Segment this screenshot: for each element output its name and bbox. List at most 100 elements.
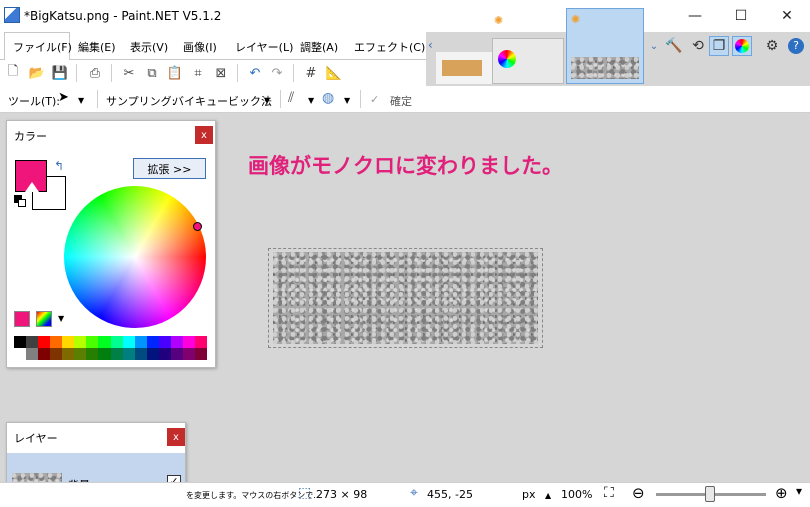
antialias-icon[interactable]: ⫽ xyxy=(288,90,294,106)
zoom-level[interactable]: 100% xyxy=(561,488,592,501)
rulers-icon[interactable]: 📐 xyxy=(325,64,343,82)
reset-colors-icon[interactable] xyxy=(14,195,26,207)
grid-icon[interactable]: # xyxy=(302,64,320,82)
color-wheel-handle[interactable] xyxy=(193,222,202,231)
history-icon[interactable]: ⟲ xyxy=(688,36,708,56)
palette-swatch[interactable] xyxy=(14,348,27,360)
palette-swatch[interactable] xyxy=(62,336,75,348)
zoom-to-window-icon[interactable]: ⛶ xyxy=(604,485,614,501)
palette-swatch[interactable] xyxy=(194,348,207,360)
monochrome-image xyxy=(273,252,538,344)
menu-layers[interactable]: レイヤー(L) xyxy=(235,39,293,55)
menu-image[interactable]: 画像(I) xyxy=(183,39,217,55)
palette-swatch[interactable] xyxy=(62,348,75,360)
settings-gear-icon[interactable]: ⚙ xyxy=(762,36,782,56)
palette-swatch[interactable] xyxy=(110,348,123,360)
palette-swatch[interactable] xyxy=(182,348,195,360)
help-icon[interactable]: ? xyxy=(786,36,806,56)
palette-swatch[interactable] xyxy=(182,336,195,348)
palette-swatch[interactable] xyxy=(158,348,171,360)
palette-swatch[interactable] xyxy=(86,348,99,360)
palette-swatch[interactable] xyxy=(98,336,111,348)
colors-window-icon[interactable] xyxy=(732,36,752,56)
antialias-dropdown-arrow-icon[interactable]: ▼ xyxy=(308,96,314,105)
new-file-icon[interactable]: 🗋 xyxy=(4,64,22,82)
palette-swatch[interactable] xyxy=(50,336,63,348)
blend-dropdown-arrow-icon[interactable]: ▼ xyxy=(344,96,350,105)
print-icon[interactable]: ⎙ xyxy=(86,64,104,82)
blend-mode-icon[interactable]: ◍ xyxy=(322,90,334,106)
redo-icon[interactable]: ↷ xyxy=(268,64,286,82)
color-panel-title: カラー xyxy=(14,130,47,143)
palette-swatch[interactable] xyxy=(122,336,135,348)
add-to-palette-icon[interactable] xyxy=(14,311,30,327)
primary-color-swatch[interactable] xyxy=(15,160,47,192)
zoom-dropdown-icon[interactable]: ▾ xyxy=(796,484,802,498)
palette-swatch[interactable] xyxy=(158,336,171,348)
palette-swatch[interactable] xyxy=(110,336,123,348)
tool-dropdown-arrow-icon[interactable]: ▼ xyxy=(78,96,84,105)
palette-swatch[interactable] xyxy=(134,336,147,348)
cut-icon[interactable]: ✂ xyxy=(120,64,138,82)
color-panel-close-button[interactable]: x xyxy=(195,126,213,144)
units-dropdown[interactable]: px xyxy=(522,488,536,501)
zoom-in-icon[interactable]: ⊕ xyxy=(775,484,788,502)
crop-icon[interactable]: ⌗ xyxy=(189,64,207,82)
maximize-button[interactable]: ☐ xyxy=(718,0,764,32)
confirm-button[interactable]: 確定 xyxy=(390,93,412,109)
units-dropdown-arrow-icon[interactable]: ▲ xyxy=(545,491,551,500)
sampling-dropdown-arrow-icon[interactable]: ▼ xyxy=(264,96,270,105)
image-thumbnail-3-active[interactable]: ✺ xyxy=(566,8,644,84)
sampling-dropdown[interactable]: バイキュービック法 xyxy=(173,93,272,109)
palette-swatch[interactable] xyxy=(50,348,63,360)
zoom-slider-thumb[interactable] xyxy=(705,486,715,502)
zoom-out-icon[interactable]: ⊖ xyxy=(632,484,645,502)
palette-swatch[interactable] xyxy=(86,336,99,348)
thumbnail-menu-icon[interactable]: ⌄ xyxy=(644,36,664,56)
menu-effects[interactable]: エフェクト(C) xyxy=(354,39,425,55)
thumbnail-2-wheel xyxy=(498,50,516,68)
palette-swatch[interactable] xyxy=(26,336,39,348)
image-thumbnail-2[interactable] xyxy=(490,8,568,84)
palette-swatch[interactable] xyxy=(146,336,159,348)
toolbar-separator xyxy=(237,64,238,82)
palette-swatch[interactable] xyxy=(194,336,207,348)
palette-swatch[interactable] xyxy=(38,348,51,360)
menu-file[interactable]: ファイル(F) xyxy=(13,39,72,55)
deselect-icon[interactable]: ⊠ xyxy=(212,64,230,82)
save-icon[interactable]: 💾 xyxy=(51,64,69,82)
open-folder-icon[interactable]: 📂 xyxy=(28,64,46,82)
confirm-check-icon[interactable]: ✓ xyxy=(370,93,379,106)
paste-icon[interactable]: 📋 xyxy=(166,64,184,82)
menu-view[interactable]: 表示(V) xyxy=(130,39,168,55)
copy-icon[interactable]: ⧉ xyxy=(143,64,161,82)
palette-swatch[interactable] xyxy=(38,336,51,348)
palette-swatch[interactable] xyxy=(170,348,183,360)
swap-colors-icon[interactable]: ↰ xyxy=(54,159,64,173)
palette-swatch[interactable] xyxy=(170,336,183,348)
palette-swatch[interactable] xyxy=(74,336,87,348)
image-canvas-frame[interactable] xyxy=(268,248,543,348)
menu-adjustments[interactable]: 調整(A) xyxy=(300,39,338,55)
undo-icon[interactable]: ↶ xyxy=(246,64,264,82)
palette-swatch[interactable] xyxy=(146,348,159,360)
palette-swatch[interactable] xyxy=(134,348,147,360)
palette-swatch[interactable] xyxy=(98,348,111,360)
layers-window-icon[interactable]: ❐ xyxy=(709,36,729,56)
palette-menu-icon[interactable] xyxy=(36,311,52,327)
color-wheel-icon xyxy=(735,39,749,53)
layers-panel-close-button[interactable]: x xyxy=(167,428,185,446)
palette-swatch[interactable] xyxy=(74,348,87,360)
palette-swatch[interactable] xyxy=(122,348,135,360)
tools-icon[interactable]: 🔨 xyxy=(664,36,684,56)
toolbar-separator xyxy=(293,64,294,82)
minimize-button[interactable]: — xyxy=(672,0,718,32)
color-wheel[interactable] xyxy=(64,186,206,328)
palette-dropdown-arrow-icon[interactable]: ▼ xyxy=(58,314,64,323)
menu-edit[interactable]: 編集(E) xyxy=(78,39,116,55)
expand-button[interactable]: 拡張 >> xyxy=(133,158,206,179)
palette-swatch[interactable] xyxy=(14,336,27,348)
close-button[interactable]: ✕ xyxy=(764,0,810,32)
palette-swatch[interactable] xyxy=(26,348,39,360)
move-selection-tool-icon[interactable]: ➤ xyxy=(58,90,69,105)
